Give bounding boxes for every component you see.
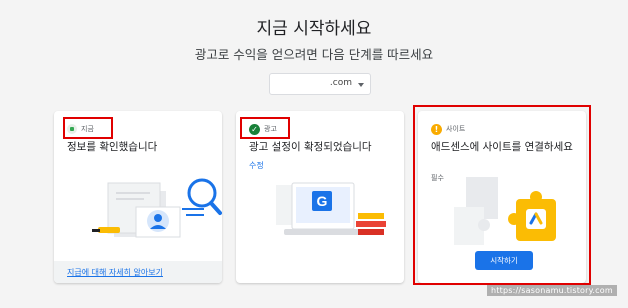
page-title: 지금 시작하세요: [256, 19, 372, 39]
site-select-value: .com: [329, 78, 352, 88]
payment-card-title: 정보를 확인했습니다: [67, 141, 158, 153]
ad-settings-title: 광고 설정이 확정되었습니다: [249, 141, 372, 153]
watermark: https://sasonamu.tistory.com: [487, 285, 617, 296]
svg-text:G: G: [317, 193, 328, 209]
learn-more-link[interactable]: 지급에 대해 자세히 알아보기: [67, 267, 163, 278]
ad-settings-illustration: G: [276, 182, 386, 235]
highlight-box-site: [413, 105, 591, 285]
edit-link[interactable]: 수정: [249, 160, 264, 171]
payment-card-footer: 지급에 대해 자세히 알아보기: [54, 261, 222, 283]
site-select[interactable]: .com: [269, 73, 371, 95]
chevron-down-icon: [358, 83, 364, 87]
highlight-box-ads: [240, 117, 290, 139]
page-subtitle: 광고로 수익을 얻으려면 다음 단계를 따르세요: [194, 47, 434, 62]
highlight-box-payment: [63, 117, 113, 139]
payment-illustration: [92, 178, 222, 238]
